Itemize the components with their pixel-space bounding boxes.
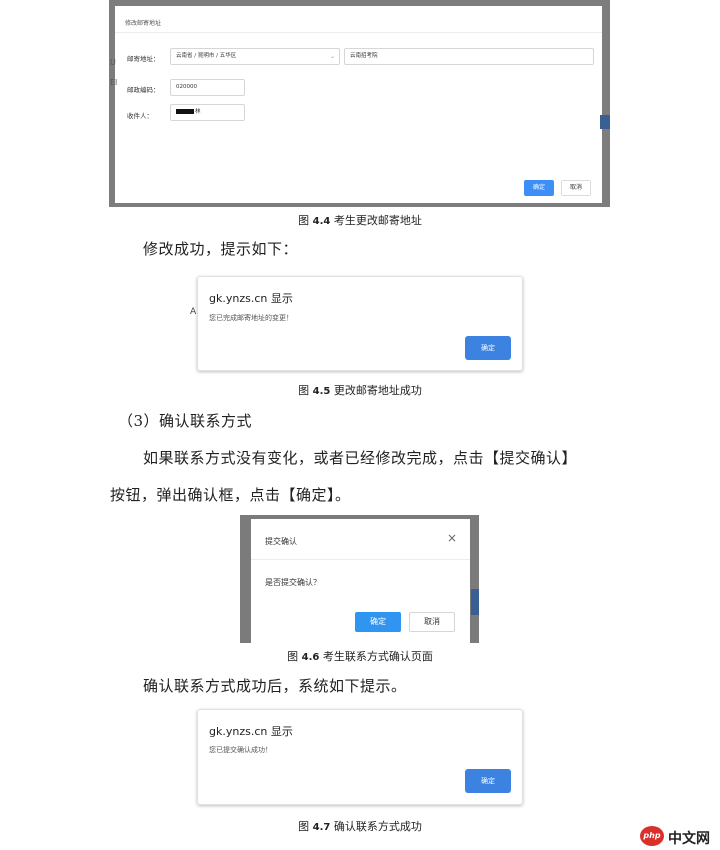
chevron-down-icon: ⌄ [329,53,335,60]
region-value: 云南省 / 昆明市 / 五华区 [176,53,237,59]
alert-message: 您已完成邮寄地址的变更！ [209,314,293,322]
caption-4-7: 图 4.7 确认联系方式成功 [298,820,422,833]
street-value: 云南招考院 [350,53,378,59]
background-fragment: A [190,307,197,317]
recipient-input[interactable]: 林 [170,104,245,121]
paragraph-after-confirm: 确认联系方式成功后，系统如下提示。 [143,677,407,695]
address-label: 邮寄地址： [127,55,160,63]
dialog-title: 提交确认 [265,537,297,546]
background-button-edge [600,115,610,129]
confirm-button[interactable]: 确定 [355,612,401,632]
alert-host: gk.ynzs.cn 显示 [209,292,293,305]
dialog-title: 修改邮寄地址 [125,20,162,27]
confirm-button[interactable]: 确定 [524,180,554,196]
edit-address-dialog: 修改邮寄地址 邮寄地址： 云南省 / 昆明市 / 五华区 ⌄ 云南招考院 邮政编… [115,6,602,203]
recipient-label: 收件人： [127,112,153,120]
dialog-divider [115,32,602,33]
paragraph-confirm-line2: 按钮，弹出确认框，点击【确定】。 [110,486,351,504]
background-fragment: El [110,78,118,87]
figure-4-4-screenshot: 修改邮寄地址 邮寄地址： 云南省 / 昆明市 / 五华区 ⌄ 云南招考院 邮政编… [109,0,610,207]
cancel-button[interactable]: 取消 [409,612,455,632]
background-button-edge [471,589,479,615]
background-fragment: U [110,58,116,67]
section-heading: （3）确认联系方式 [118,412,253,430]
caption-4-6: 图 4.6 考生联系方式确认页面 [287,650,433,663]
recipient-value: 林 [195,109,201,115]
caption-4-4: 图 4.4 考生更改邮寄地址 [298,214,422,227]
paragraph-confirm-line1: 如果联系方式没有变化，或者已经修改完成，点击【提交确认】 [143,449,578,467]
street-address-input[interactable]: 云南招考院 [344,48,594,65]
php-logo-icon: php [640,826,664,846]
alert-ok-button[interactable]: 确定 [465,769,511,793]
caption-4-5: 图 4.5 更改邮寄地址成功 [298,384,422,397]
alert-confirm-success: gk.ynzs.cn 显示 您已提交确认成功！ 确定 [197,709,523,805]
region-select[interactable]: 云南省 / 昆明市 / 五华区 ⌄ [170,48,340,65]
site-watermark: php 中文网 [640,826,720,848]
confirm-question: 是否提交确认？ [265,578,321,587]
alert-ok-button[interactable]: 确定 [465,336,511,360]
postcode-value: 020000 [176,84,197,90]
submit-confirm-dialog: 提交确认 × 是否提交确认？ 确定 取消 [251,519,470,643]
alert-message: 您已提交确认成功！ [209,746,272,754]
watermark-text: 中文网 [668,831,710,847]
alert-host: gk.ynzs.cn 显示 [209,725,293,738]
postcode-label: 邮政编码： [127,86,160,94]
redaction-bar [176,109,194,114]
close-icon[interactable]: × [447,531,457,545]
postcode-input[interactable]: 020000 [170,79,245,96]
alert-address-changed: gk.ynzs.cn 显示 您已完成邮寄地址的变更！ 确定 [197,276,523,371]
figure-4-6-screenshot: 提交确认 × 是否提交确认？ 确定 取消 [240,515,479,643]
paragraph-success: 修改成功，提示如下： [143,240,299,258]
cancel-button[interactable]: 取消 [561,180,591,196]
dialog-divider [251,559,470,560]
